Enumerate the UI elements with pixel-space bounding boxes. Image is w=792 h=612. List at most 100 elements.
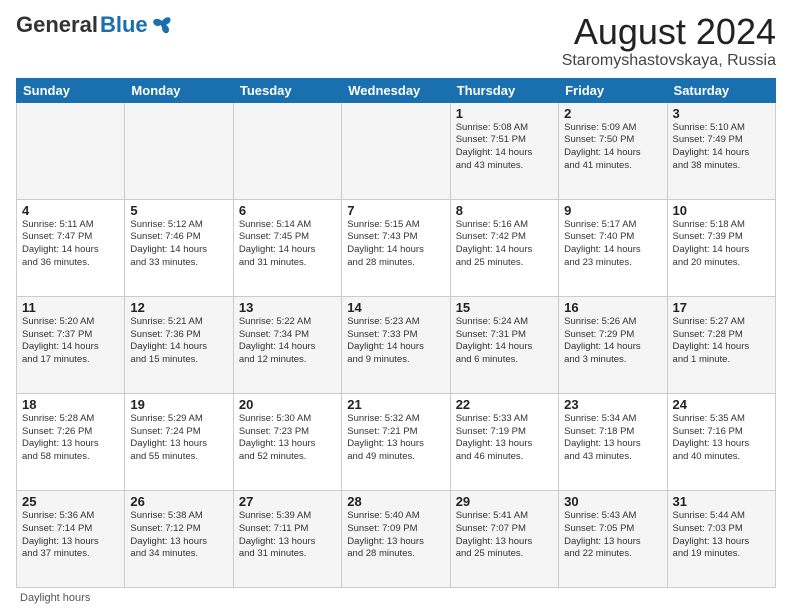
calendar-week-row: 18Sunrise: 5:28 AM Sunset: 7:26 PM Dayli… <box>17 393 776 490</box>
day-info: Sunrise: 5:28 AM Sunset: 7:26 PM Dayligh… <box>22 413 119 464</box>
calendar-day-cell: 7Sunrise: 5:15 AM Sunset: 7:43 PM Daylig… <box>342 199 450 296</box>
calendar-day-cell: 24Sunrise: 5:35 AM Sunset: 7:16 PM Dayli… <box>667 393 775 490</box>
day-number: 18 <box>22 397 119 412</box>
calendar-day-cell: 20Sunrise: 5:30 AM Sunset: 7:23 PM Dayli… <box>233 393 341 490</box>
day-number: 5 <box>130 203 227 218</box>
day-info: Sunrise: 5:26 AM Sunset: 7:29 PM Dayligh… <box>564 316 661 367</box>
day-info: Sunrise: 5:33 AM Sunset: 7:19 PM Dayligh… <box>456 413 553 464</box>
calendar-day-cell: 26Sunrise: 5:38 AM Sunset: 7:12 PM Dayli… <box>125 490 233 587</box>
header-row: SundayMondayTuesdayWednesdayThursdayFrid… <box>17 78 776 102</box>
day-number: 2 <box>564 106 661 121</box>
day-info: Sunrise: 5:43 AM Sunset: 7:05 PM Dayligh… <box>564 510 661 561</box>
day-info: Sunrise: 5:15 AM Sunset: 7:43 PM Dayligh… <box>347 219 444 270</box>
day-number: 10 <box>673 203 770 218</box>
day-number: 26 <box>130 494 227 509</box>
day-info: Sunrise: 5:20 AM Sunset: 7:37 PM Dayligh… <box>22 316 119 367</box>
day-info: Sunrise: 5:27 AM Sunset: 7:28 PM Dayligh… <box>673 316 770 367</box>
day-number: 29 <box>456 494 553 509</box>
day-info: Sunrise: 5:24 AM Sunset: 7:31 PM Dayligh… <box>456 316 553 367</box>
day-number: 11 <box>22 300 119 315</box>
day-number: 7 <box>347 203 444 218</box>
calendar-day-cell: 3Sunrise: 5:10 AM Sunset: 7:49 PM Daylig… <box>667 102 775 199</box>
day-info: Sunrise: 5:44 AM Sunset: 7:03 PM Dayligh… <box>673 510 770 561</box>
day-info: Sunrise: 5:14 AM Sunset: 7:45 PM Dayligh… <box>239 219 336 270</box>
header: General Blue August 2024 Staromyshastovs… <box>16 12 776 70</box>
day-of-week-header: Tuesday <box>233 78 341 102</box>
day-info: Sunrise: 5:22 AM Sunset: 7:34 PM Dayligh… <box>239 316 336 367</box>
calendar-table: SundayMondayTuesdayWednesdayThursdayFrid… <box>16 78 776 588</box>
day-number: 6 <box>239 203 336 218</box>
logo-bird-icon <box>152 16 174 34</box>
day-of-week-header: Monday <box>125 78 233 102</box>
day-number: 21 <box>347 397 444 412</box>
day-info: Sunrise: 5:21 AM Sunset: 7:36 PM Dayligh… <box>130 316 227 367</box>
calendar-day-cell: 6Sunrise: 5:14 AM Sunset: 7:45 PM Daylig… <box>233 199 341 296</box>
calendar-day-cell: 29Sunrise: 5:41 AM Sunset: 7:07 PM Dayli… <box>450 490 558 587</box>
calendar-day-cell: 23Sunrise: 5:34 AM Sunset: 7:18 PM Dayli… <box>559 393 667 490</box>
calendar-day-cell: 8Sunrise: 5:16 AM Sunset: 7:42 PM Daylig… <box>450 199 558 296</box>
calendar-day-cell: 12Sunrise: 5:21 AM Sunset: 7:36 PM Dayli… <box>125 296 233 393</box>
day-info: Sunrise: 5:30 AM Sunset: 7:23 PM Dayligh… <box>239 413 336 464</box>
day-info: Sunrise: 5:16 AM Sunset: 7:42 PM Dayligh… <box>456 219 553 270</box>
calendar-day-cell: 5Sunrise: 5:12 AM Sunset: 7:46 PM Daylig… <box>125 199 233 296</box>
day-number: 20 <box>239 397 336 412</box>
day-of-week-header: Wednesday <box>342 78 450 102</box>
calendar-day-cell: 30Sunrise: 5:43 AM Sunset: 7:05 PM Dayli… <box>559 490 667 587</box>
day-info: Sunrise: 5:23 AM Sunset: 7:33 PM Dayligh… <box>347 316 444 367</box>
calendar-day-cell: 22Sunrise: 5:33 AM Sunset: 7:19 PM Dayli… <box>450 393 558 490</box>
calendar-day-cell: 21Sunrise: 5:32 AM Sunset: 7:21 PM Dayli… <box>342 393 450 490</box>
day-number: 4 <box>22 203 119 218</box>
day-info: Sunrise: 5:09 AM Sunset: 7:50 PM Dayligh… <box>564 122 661 173</box>
day-of-week-header: Friday <box>559 78 667 102</box>
calendar-day-cell: 19Sunrise: 5:29 AM Sunset: 7:24 PM Dayli… <box>125 393 233 490</box>
day-number: 19 <box>130 397 227 412</box>
day-info: Sunrise: 5:34 AM Sunset: 7:18 PM Dayligh… <box>564 413 661 464</box>
day-number: 13 <box>239 300 336 315</box>
day-info: Sunrise: 5:39 AM Sunset: 7:11 PM Dayligh… <box>239 510 336 561</box>
calendar-week-row: 1Sunrise: 5:08 AM Sunset: 7:51 PM Daylig… <box>17 102 776 199</box>
day-of-week-header: Sunday <box>17 78 125 102</box>
calendar-day-cell: 16Sunrise: 5:26 AM Sunset: 7:29 PM Dayli… <box>559 296 667 393</box>
day-number: 25 <box>22 494 119 509</box>
day-info: Sunrise: 5:41 AM Sunset: 7:07 PM Dayligh… <box>456 510 553 561</box>
day-info: Sunrise: 5:29 AM Sunset: 7:24 PM Dayligh… <box>130 413 227 464</box>
day-number: 31 <box>673 494 770 509</box>
calendar-day-cell: 27Sunrise: 5:39 AM Sunset: 7:11 PM Dayli… <box>233 490 341 587</box>
calendar-day-cell: 17Sunrise: 5:27 AM Sunset: 7:28 PM Dayli… <box>667 296 775 393</box>
day-number: 17 <box>673 300 770 315</box>
day-of-week-header: Saturday <box>667 78 775 102</box>
day-number: 24 <box>673 397 770 412</box>
day-number: 22 <box>456 397 553 412</box>
calendar-day-cell: 4Sunrise: 5:11 AM Sunset: 7:47 PM Daylig… <box>17 199 125 296</box>
day-number: 16 <box>564 300 661 315</box>
calendar-day-cell: 28Sunrise: 5:40 AM Sunset: 7:09 PM Dayli… <box>342 490 450 587</box>
logo: General Blue <box>16 12 174 38</box>
calendar-day-cell: 2Sunrise: 5:09 AM Sunset: 7:50 PM Daylig… <box>559 102 667 199</box>
calendar-week-row: 25Sunrise: 5:36 AM Sunset: 7:14 PM Dayli… <box>17 490 776 587</box>
day-info: Sunrise: 5:38 AM Sunset: 7:12 PM Dayligh… <box>130 510 227 561</box>
day-number: 12 <box>130 300 227 315</box>
day-info: Sunrise: 5:36 AM Sunset: 7:14 PM Dayligh… <box>22 510 119 561</box>
day-number: 27 <box>239 494 336 509</box>
month-title: August 2024 <box>562 12 776 52</box>
calendar-day-cell: 31Sunrise: 5:44 AM Sunset: 7:03 PM Dayli… <box>667 490 775 587</box>
day-info: Sunrise: 5:18 AM Sunset: 7:39 PM Dayligh… <box>673 219 770 270</box>
day-info: Sunrise: 5:17 AM Sunset: 7:40 PM Dayligh… <box>564 219 661 270</box>
calendar-day-cell <box>125 102 233 199</box>
day-number: 1 <box>456 106 553 121</box>
calendar-day-cell <box>17 102 125 199</box>
day-number: 15 <box>456 300 553 315</box>
day-number: 23 <box>564 397 661 412</box>
day-number: 3 <box>673 106 770 121</box>
title-block: August 2024 Staromyshastovskaya, Russia <box>562 12 776 70</box>
location-title: Staromyshastovskaya, Russia <box>562 52 776 70</box>
calendar-week-row: 4Sunrise: 5:11 AM Sunset: 7:47 PM Daylig… <box>17 199 776 296</box>
calendar-week-row: 11Sunrise: 5:20 AM Sunset: 7:37 PM Dayli… <box>17 296 776 393</box>
day-number: 14 <box>347 300 444 315</box>
calendar-day-cell <box>233 102 341 199</box>
calendar-day-cell: 9Sunrise: 5:17 AM Sunset: 7:40 PM Daylig… <box>559 199 667 296</box>
day-number: 30 <box>564 494 661 509</box>
page: General Blue August 2024 Staromyshastovs… <box>0 0 792 612</box>
logo-blue-text: Blue <box>100 12 148 38</box>
day-info: Sunrise: 5:40 AM Sunset: 7:09 PM Dayligh… <box>347 510 444 561</box>
